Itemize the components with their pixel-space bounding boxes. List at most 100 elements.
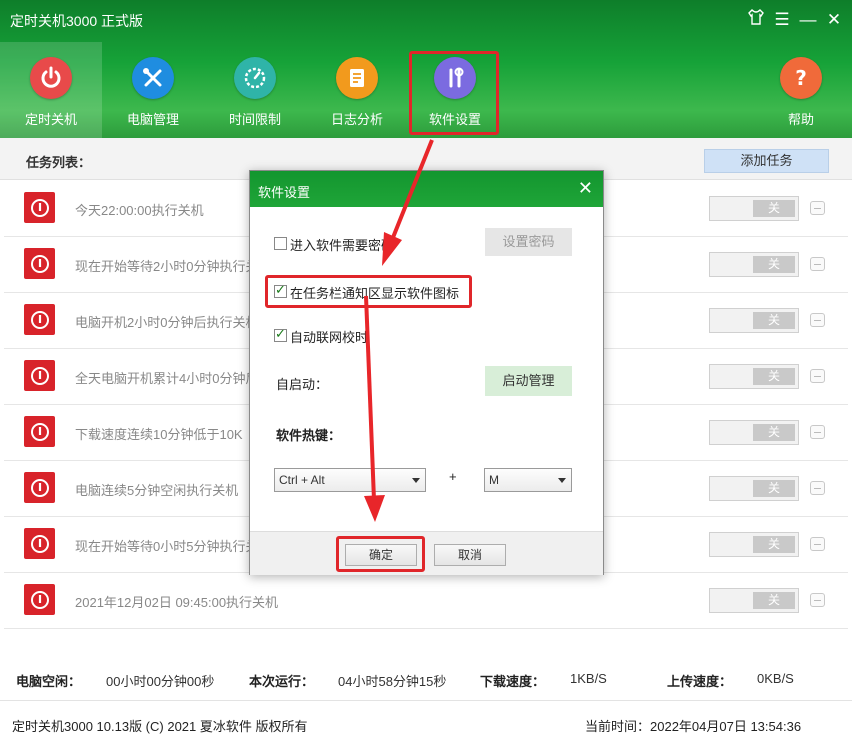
cancel-button[interactable]: 取消	[434, 544, 506, 566]
current-time: 当前时间：2022年04月07日 13:54:36	[585, 719, 802, 734]
power-icon	[24, 304, 55, 335]
run-label: 本次运行：	[249, 674, 315, 689]
nav-timed-shutdown[interactable]: 定时关机	[0, 42, 102, 138]
power-icon	[24, 360, 55, 391]
toggle-label: 关	[753, 368, 795, 385]
task-text: 现在开始等待2小时0分钟执行关	[75, 259, 259, 274]
run-value: 04小时58分钟15秒	[338, 674, 447, 689]
nav-help[interactable]: ? 帮助	[750, 42, 852, 138]
edit-icon[interactable]	[810, 537, 825, 551]
download-value: 1KB/S	[570, 671, 607, 686]
autostart-manage-button[interactable]: 启动管理	[485, 366, 572, 396]
nav-label: 电脑管理	[126, 112, 179, 127]
help-icon: ?	[780, 57, 822, 99]
autostart-label: 自启动：	[276, 377, 329, 392]
menu-icon[interactable]: ☰	[770, 8, 794, 32]
toggle-label: 关	[753, 256, 795, 273]
task-toggle[interactable]: 关	[709, 476, 799, 501]
svg-text:?: ?	[795, 66, 807, 90]
chevron-down-icon	[558, 478, 566, 483]
sync-check-label: 自动联网校时	[290, 330, 369, 345]
task-toggle[interactable]: 关	[709, 588, 799, 613]
edit-icon[interactable]	[810, 481, 825, 495]
task-toggle[interactable]: 关	[709, 308, 799, 333]
status-bar: 电脑空闲： 00小时00分钟00秒 本次运行： 04小时58分钟15秒 下载速度…	[0, 660, 852, 700]
task-toggle[interactable]: 关	[709, 420, 799, 445]
nav-label: 时间限制	[228, 112, 281, 127]
task-toggle[interactable]: 关	[709, 252, 799, 277]
power-icon	[24, 248, 55, 279]
task-text: 现在开始等待0小时5分钟执行关	[75, 539, 259, 554]
task-row[interactable]: 2021年12月02日 09:45:00执行关机 关	[4, 573, 848, 629]
upload-value: 0KB/S	[757, 671, 794, 686]
edit-icon[interactable]	[810, 425, 825, 439]
footer-bar: 定时关机3000 10.13版 (C) 2021 夏冰软件 版权所有 当前时间：…	[0, 700, 852, 744]
tools-icon	[132, 57, 174, 99]
settings-dialog: 软件设置 ✕ 进入软件需要密码 设置密码 在任务栏通知区显示软件图标 自动联网校…	[249, 170, 604, 575]
task-text: 电脑连续5分钟空闲执行关机	[75, 483, 239, 498]
add-task-button[interactable]: 添加任务	[704, 149, 829, 173]
hotkey-plus: +	[449, 469, 457, 484]
password-checkbox[interactable]	[274, 237, 287, 250]
edit-icon[interactable]	[810, 257, 825, 271]
upload-label: 上传速度：	[667, 674, 733, 689]
power-icon	[30, 57, 72, 99]
edit-icon[interactable]	[810, 313, 825, 327]
dialog-footer: 确定 取消	[250, 531, 603, 575]
hotkey-label: 软件热键：	[276, 428, 342, 443]
task-toggle[interactable]: 关	[709, 364, 799, 389]
toggle-label: 关	[753, 536, 795, 553]
task-text: 今天22:00:00执行关机	[75, 203, 204, 218]
toggle-label: 关	[753, 312, 795, 329]
header-bar: 定时关机3000 正式版 ☰ — ✕ 定时关机 电脑管理 时间限制 日志分析 软…	[0, 0, 852, 138]
idle-value: 00小时00分钟00秒	[106, 674, 215, 689]
dialog-titlebar: 软件设置 ✕	[250, 171, 603, 207]
task-text: 下载速度连续10分钟低于10K	[75, 427, 243, 442]
highlight-tray-option	[265, 275, 472, 308]
nav-log-analysis[interactable]: 日志分析	[306, 42, 408, 138]
hotkey-key-value: M	[489, 473, 499, 487]
password-check-label: 进入软件需要密码	[290, 238, 395, 253]
time-sync-checkbox[interactable]	[274, 327, 287, 342]
task-text: 2021年12月02日 09:45:00执行关机	[75, 595, 279, 610]
toggle-label: 关	[753, 480, 795, 497]
power-icon	[24, 192, 55, 223]
close-icon[interactable]: ✕	[578, 178, 593, 198]
power-icon	[24, 416, 55, 447]
edit-icon[interactable]	[810, 593, 825, 607]
hotkey-key-select[interactable]: M	[484, 468, 572, 492]
app-title: 定时关机3000 正式版	[10, 13, 144, 29]
toggle-label: 关	[753, 200, 795, 217]
close-icon[interactable]: ✕	[822, 8, 846, 32]
dialog-title: 软件设置	[258, 185, 311, 200]
hotkey-modifier-select[interactable]: Ctrl + Alt	[274, 468, 426, 492]
nav-time-limit[interactable]: 时间限制	[204, 42, 306, 138]
edit-icon[interactable]	[810, 369, 825, 383]
task-text: 全天电脑开机累计4小时0分钟后	[75, 371, 259, 386]
power-icon	[24, 528, 55, 559]
highlight-settings-tab	[409, 51, 499, 135]
edit-icon[interactable]	[810, 201, 825, 215]
skin-icon[interactable]	[744, 8, 768, 33]
task-list-label: 任务列表：	[26, 155, 92, 170]
highlight-ok-button	[336, 536, 425, 572]
nav-label: 帮助	[787, 112, 814, 127]
set-password-button[interactable]: 设置密码	[485, 228, 572, 256]
hotkey-modifier-value: Ctrl + Alt	[279, 473, 325, 487]
task-toggle[interactable]: 关	[709, 532, 799, 557]
toggle-label: 关	[753, 592, 795, 609]
nav-label: 日志分析	[330, 112, 383, 127]
minimize-icon[interactable]: —	[796, 8, 820, 32]
task-toggle[interactable]: 关	[709, 196, 799, 221]
idle-label: 电脑空闲：	[16, 674, 82, 689]
log-icon	[336, 57, 378, 99]
power-icon	[24, 584, 55, 615]
power-icon	[24, 472, 55, 503]
task-text: 电脑开机2小时0分钟后执行关机	[75, 315, 259, 330]
nav-label: 定时关机	[24, 112, 77, 127]
toggle-label: 关	[753, 424, 795, 441]
nav-computer-manage[interactable]: 电脑管理	[102, 42, 204, 138]
chevron-down-icon	[412, 478, 420, 483]
download-label: 下载速度：	[480, 674, 546, 689]
timer-icon	[234, 57, 276, 99]
